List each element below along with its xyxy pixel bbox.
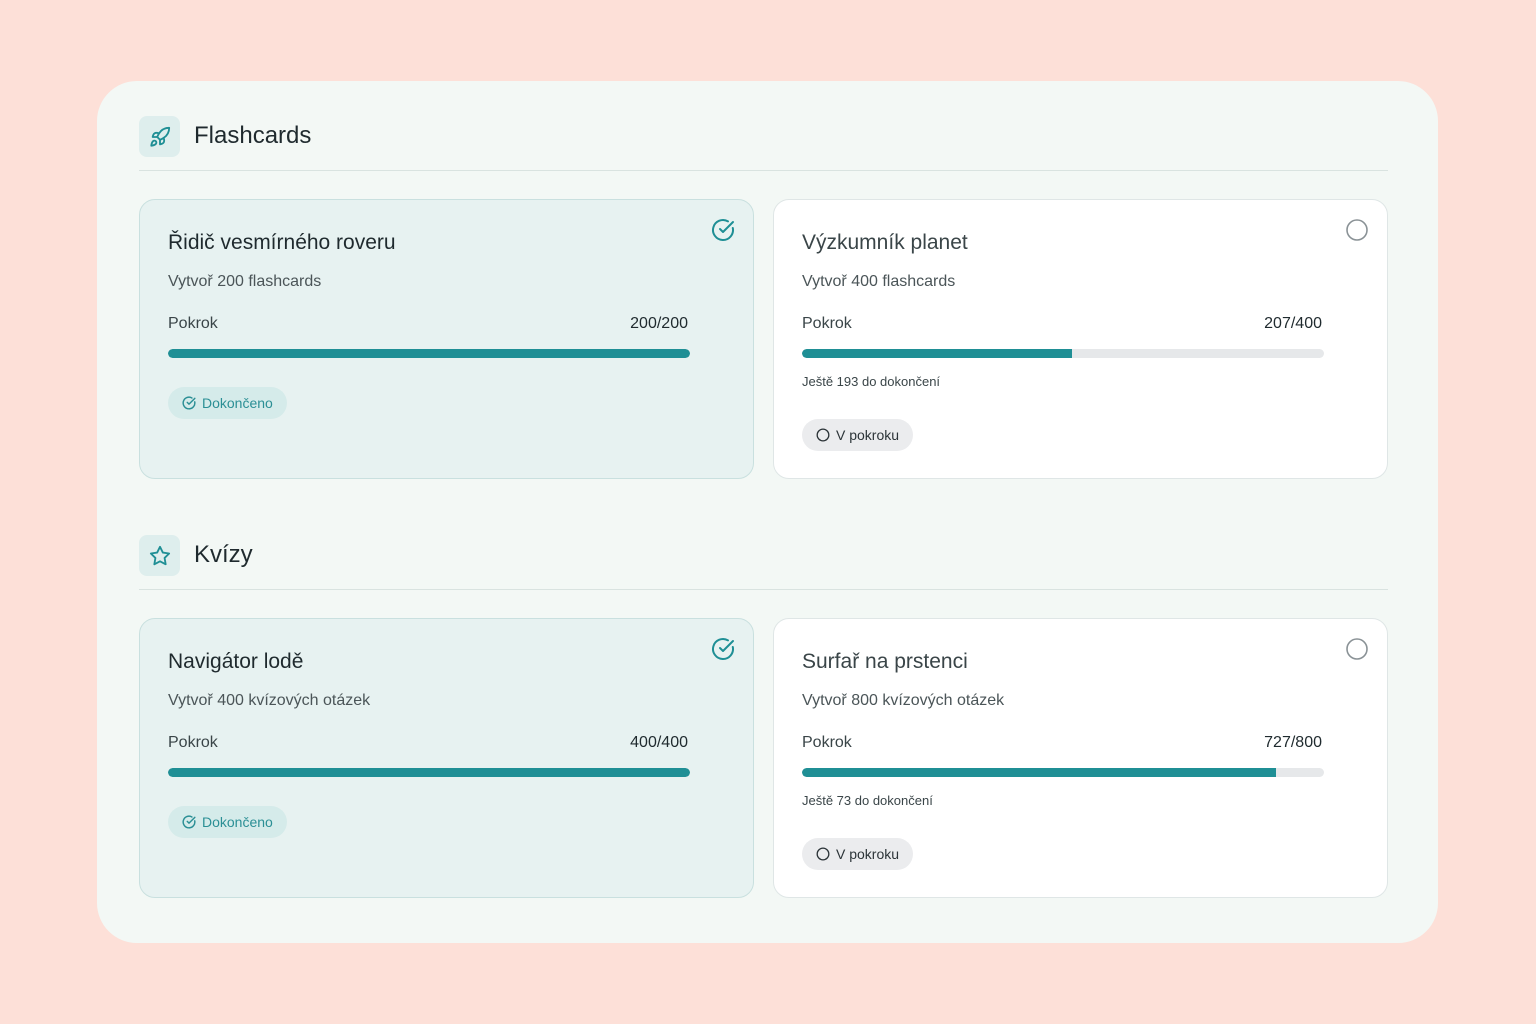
- check-circle-icon: [711, 637, 735, 661]
- progress-value: 207/400: [1264, 315, 1322, 332]
- progress-bar-fill: [802, 768, 1277, 777]
- progress-value: 200/200: [630, 315, 688, 332]
- achievement-card-in-progress[interactable]: Výzkumník planet Vytvoř 400 flashcards P…: [773, 199, 1388, 479]
- achievements-panel: Flashcards Řidič vesmírného roveru Vytvo…: [97, 81, 1438, 943]
- card-description: Vytvoř 200 flashcards: [168, 273, 322, 290]
- card-description: Vytvoř 800 kvízových otázek: [802, 692, 1005, 709]
- rocket-icon: [139, 116, 180, 157]
- progress-bar: [802, 349, 1324, 358]
- remaining-text: Ještě 73 do dokončení: [802, 793, 933, 808]
- card-description: Vytvoř 400 kvízových otázek: [168, 692, 371, 709]
- progress-value: 400/400: [630, 734, 688, 751]
- section-header-kvizy: Kvízy: [139, 500, 1388, 590]
- progress-label: Pokrok: [802, 734, 852, 751]
- status-label: V pokroku: [836, 427, 900, 443]
- circle-icon: [1345, 637, 1369, 661]
- status-label: Dokončeno: [202, 814, 273, 830]
- progress-value: 727/800: [1264, 734, 1322, 751]
- card-title: Řidič vesmírného roveru: [168, 231, 396, 254]
- progress-bar: [802, 768, 1324, 777]
- card-title: Výzkumník planet: [802, 231, 968, 254]
- status-badge: V pokroku: [802, 419, 914, 451]
- progress-bar-fill: [168, 349, 690, 358]
- circle-icon: [816, 428, 830, 442]
- card-title: Navigátor lodě: [168, 650, 304, 673]
- remaining-text: Ještě 193 do dokončení: [802, 374, 941, 389]
- status-label: V pokroku: [836, 846, 900, 862]
- card-description: Vytvoř 400 flashcards: [802, 273, 956, 290]
- check-circle-icon: [182, 396, 196, 410]
- circle-icon: [816, 847, 830, 861]
- status-badge: V pokroku: [802, 838, 914, 870]
- check-circle-icon: [182, 815, 196, 829]
- progress-bar-fill: [168, 768, 690, 777]
- progress-label: Pokrok: [168, 734, 218, 751]
- progress-label: Pokrok: [802, 315, 852, 332]
- card-title: Surfař na prstenci: [802, 650, 968, 673]
- achievement-card-in-progress[interactable]: Surfař na prstenci Vytvoř 800 kvízových …: [773, 618, 1388, 898]
- circle-icon: [1345, 218, 1369, 242]
- section-header-flashcards: Flashcards: [139, 81, 1388, 171]
- section-title: Flashcards: [194, 122, 312, 149]
- achievement-card-completed[interactable]: Navigátor lodě Vytvoř 400 kvízových otáz…: [139, 618, 754, 898]
- status-badge: Dokončeno: [168, 806, 287, 838]
- progress-bar: [168, 349, 690, 358]
- status-label: Dokončeno: [202, 395, 273, 411]
- progress-label: Pokrok: [168, 315, 218, 332]
- progress-bar: [168, 768, 690, 777]
- progress-bar-fill: [802, 349, 1073, 358]
- status-badge: Dokončeno: [168, 387, 287, 419]
- section-title: Kvízy: [194, 541, 253, 568]
- star-icon: [139, 535, 180, 576]
- achievement-card-completed[interactable]: Řidič vesmírného roveru Vytvoř 200 flash…: [139, 199, 754, 479]
- check-circle-icon: [711, 218, 735, 242]
